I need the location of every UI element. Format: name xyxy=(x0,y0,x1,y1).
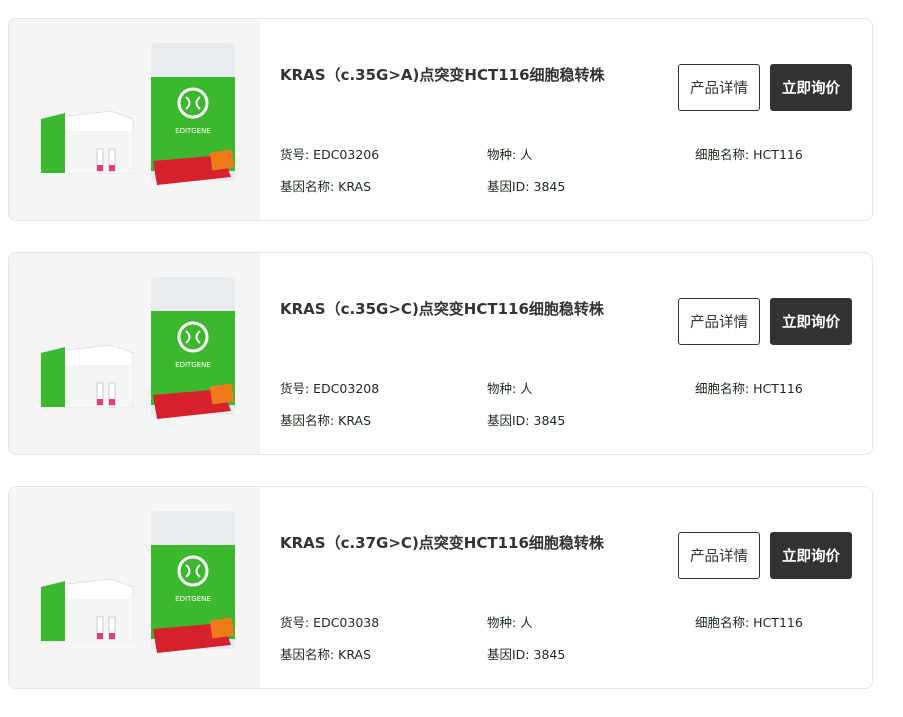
cell-name-label: 细胞名称: HCT116 xyxy=(695,615,803,630)
species-label: 物种: 人 xyxy=(487,615,533,630)
inquire-now-button[interactable]: 立即询价 xyxy=(770,298,852,345)
product-details-button[interactable]: 产品详情 xyxy=(678,532,760,579)
inquire-now-button[interactable]: 立即询价 xyxy=(770,532,852,579)
product-title[interactable]: KRAS（c.35G>A)点突变HCT116细胞稳转株 xyxy=(280,64,605,85)
product-details-button[interactable]: 产品详情 xyxy=(678,64,760,111)
sku-label: 货号: EDC03206 xyxy=(280,147,380,162)
product-list: EDITGENE KRAS（c.35G>A)点突变HCT116细胞稳转株 产品详… xyxy=(0,0,903,717)
product-title[interactable]: KRAS（c.37G>C)点突变HCT116细胞稳转株 xyxy=(280,532,604,553)
product-card: EDITGENE KRAS（c.35G>C)点突变HCT116细胞稳转株 产品详… xyxy=(8,252,873,455)
product-details-button[interactable]: 产品详情 xyxy=(678,298,760,345)
product-card: EDITGENE KRAS（c.37G>C)点突变HCT116细胞稳转株 产品详… xyxy=(8,486,873,689)
sku-label: 货号: EDC03038 xyxy=(280,615,380,630)
product-card: EDITGENE KRAS（c.35G>A)点突变HCT116细胞稳转株 产品详… xyxy=(8,18,873,221)
brand-logo-text: EDITGENE xyxy=(175,595,211,603)
product-kit-illustration: EDITGENE xyxy=(40,511,235,653)
species-label: 物种: 人 xyxy=(487,147,533,162)
product-image[interactable]: EDITGENE xyxy=(9,253,260,454)
inquire-now-button[interactable]: 立即询价 xyxy=(770,64,852,111)
brand-logo-text: EDITGENE xyxy=(175,127,211,135)
product-title[interactable]: KRAS（c.35G>C)点突变HCT116细胞稳转株 xyxy=(280,298,604,319)
gene-name-label: 基因名称: KRAS xyxy=(280,413,372,428)
brand-logo-text: EDITGENE xyxy=(175,361,211,369)
gene-id-label: 基因ID: 3845 xyxy=(487,413,566,428)
product-kit-illustration: EDITGENE xyxy=(40,277,235,419)
product-image[interactable]: EDITGENE xyxy=(9,487,260,688)
sku-label: 货号: EDC03208 xyxy=(280,381,380,396)
gene-name-label: 基因名称: KRAS xyxy=(280,179,372,194)
gene-name-label: 基因名称: KRAS xyxy=(280,647,372,662)
cell-name-label: 细胞名称: HCT116 xyxy=(695,381,803,396)
cell-name-label: 细胞名称: HCT116 xyxy=(695,147,803,162)
gene-id-label: 基因ID: 3845 xyxy=(487,647,566,662)
product-image[interactable]: EDITGENE xyxy=(9,19,260,220)
product-kit-illustration: EDITGENE xyxy=(40,43,235,185)
gene-id-label: 基因ID: 3845 xyxy=(487,179,566,194)
species-label: 物种: 人 xyxy=(487,381,533,396)
